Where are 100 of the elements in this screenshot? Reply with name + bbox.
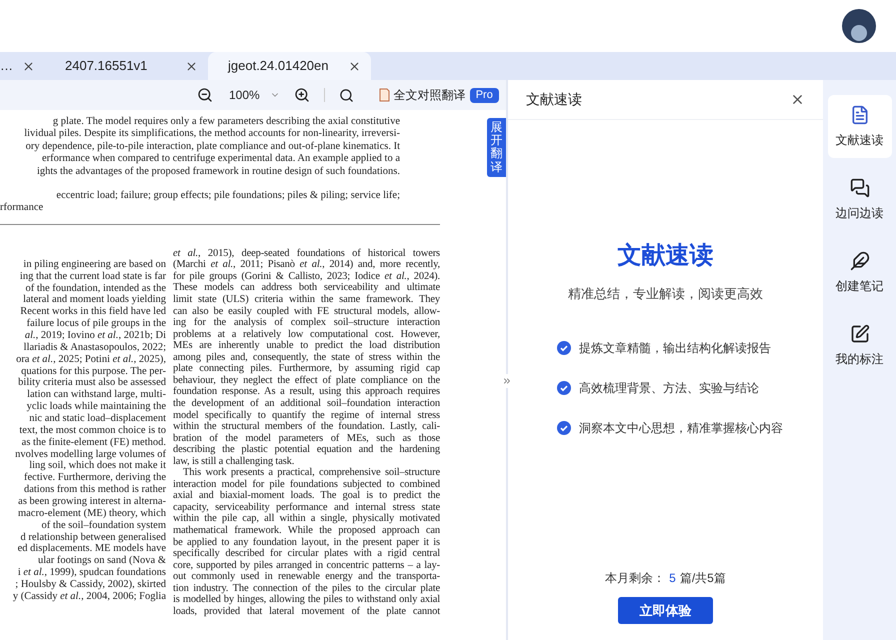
check-icon bbox=[557, 340, 571, 354]
text-line: ling soil, which does not make it bbox=[29, 460, 166, 472]
text-line: specifically described for circular plates with a rigid central bbox=[173, 548, 440, 560]
pro-badge: Pro bbox=[470, 88, 499, 102]
text-line: nic and static load–displacement bbox=[29, 413, 166, 425]
text-line: eccentric load; failure; group effects; pile foundations; piles & piling; service life; bbox=[55, 190, 400, 202]
text-line: of the foundation, intended as the bbox=[25, 282, 166, 294]
text-line: y (Cassidy et al., 2004, 2006; Foglia bbox=[12, 590, 166, 603]
text-line: ora et al., 2025; Potini et al., 2025), bbox=[16, 354, 166, 366]
quota-count: 5 bbox=[669, 570, 676, 587]
text-line: among piles and, consequently, the state of stress within the bbox=[173, 352, 440, 364]
quota-label: 本月剩余： bbox=[605, 570, 666, 587]
sidebar-item[interactable]: 我的标注 bbox=[828, 314, 892, 377]
check-icon bbox=[557, 420, 571, 434]
text-line: rformance bbox=[0, 202, 44, 215]
try-now-button[interactable]: 立即体验 bbox=[618, 597, 713, 624]
text-line: bility criteria must also be assessed bbox=[18, 377, 166, 390]
sidebar-item[interactable]: 边问边读 bbox=[828, 168, 892, 231]
feature-text: 洞察本文中心思想，精准掌握核心内容 bbox=[579, 420, 783, 436]
text-line: fective. Furthermore, deriving the bbox=[24, 472, 166, 484]
text-line: ; Houlsby & Cassidy, 2002), skirted bbox=[15, 579, 166, 591]
text-line: ing for the analysis of complex soil–structure interaction bbox=[173, 317, 440, 329]
tab-label: 2407.16551v1 bbox=[65, 57, 148, 76]
zoom-out-icon[interactable] bbox=[197, 87, 213, 103]
text-line: lation can withstand large, multi- bbox=[27, 389, 166, 402]
tab[interactable]: 2407.16551v1 bbox=[45, 52, 208, 80]
text-line: out commonly used in renewable energy and the transporta- bbox=[173, 571, 440, 583]
text-line: be applied to any foundation layout, in the present paper it is bbox=[173, 536, 440, 548]
tab[interactable]: jgeot.24.01420en bbox=[208, 52, 371, 80]
expand-translation-tab[interactable]: 展开翻译 bbox=[487, 118, 506, 177]
text-line: i et al., 1999), spudcan foundations bbox=[18, 567, 166, 580]
tab-label: … bbox=[0, 57, 13, 76]
text-line: yclic loads while maintaining the bbox=[26, 401, 166, 414]
text-line: the development of an additional soil–foundation interaction bbox=[173, 398, 440, 410]
close-icon[interactable] bbox=[348, 60, 361, 72]
close-icon[interactable] bbox=[22, 60, 35, 72]
tab-label: jgeot.24.01420en bbox=[228, 57, 328, 76]
text-line: erformance when compared to centrifuge experimental data. An example applied to a bbox=[42, 153, 400, 166]
text-line: quations for this purpose. The per- bbox=[21, 366, 166, 378]
text-line: within the structural members of the foundation. Lastly, cali- bbox=[173, 421, 440, 433]
text-line: lateral and moment loads yielding bbox=[23, 294, 166, 306]
text-line: interaction model for pile foundations subjected to combined bbox=[173, 478, 440, 490]
text-line: behaviour, they neglect the effect of plate compliance on the bbox=[173, 374, 440, 386]
text-line: d relationship between generalised bbox=[20, 532, 166, 544]
text-line: ed displacements. ME models have bbox=[18, 543, 166, 556]
check-icon bbox=[557, 380, 571, 394]
text-line: macro-element (ME) theory, which bbox=[18, 508, 166, 520]
tab[interactable]: … bbox=[0, 52, 45, 80]
text-line: ular footings on sand (Nova & bbox=[38, 555, 166, 568]
text-line: law, is still a challenging task. bbox=[173, 456, 296, 468]
chat-bubbles-icon bbox=[850, 178, 870, 198]
text-line: llariadis & Anastasopoulos, 2022; bbox=[24, 342, 166, 354]
quota-total: 篇/共5篇 bbox=[680, 570, 726, 587]
text-line: mathematical framework. While the proposed approach can bbox=[173, 524, 440, 537]
avatar[interactable] bbox=[842, 9, 876, 43]
text-line: ing that the current load state is far bbox=[20, 270, 166, 283]
text-line: lividual piles. Despite its simplifications, the method accounts for non-linearity, irreversi- bbox=[24, 128, 400, 141]
text-line: Recent works in this field have led bbox=[20, 306, 166, 318]
edit-icon bbox=[850, 324, 870, 344]
text-line: al., 2019; Iovino et al., 2021b; Di bbox=[24, 330, 166, 342]
translate-button[interactable]: 全文对照翻译 bbox=[378, 86, 466, 104]
text-line: model specifically to quantify the regime of internal stress bbox=[173, 410, 440, 422]
text-line: ights the advantages of the proposed framework in routine design of such foundations. bbox=[36, 166, 400, 178]
text-line: bration of the model parameters of MEs, such as those bbox=[173, 432, 440, 444]
zoom-in-icon[interactable] bbox=[294, 87, 310, 103]
text-line: for pile groups (Gorini & Callisto, 2023; Iodice et al., 2024). bbox=[173, 270, 440, 282]
text-line: capacity, serviceability performance and internal stress state bbox=[173, 502, 440, 514]
feature-text: 高效梳理背景、方法、实验与结论 bbox=[579, 380, 759, 396]
close-icon[interactable] bbox=[790, 92, 805, 107]
sidebar-item[interactable]: 文献速读 bbox=[828, 95, 892, 158]
document-icon bbox=[850, 104, 870, 124]
text-line: foundation response. As a result, using this approach requires bbox=[173, 386, 440, 398]
feather-icon bbox=[850, 250, 870, 270]
text-line: problems at a relatively low computational cost. However, bbox=[173, 328, 440, 340]
text-line: as the finite-element (FE) method. bbox=[22, 436, 166, 449]
text-line: core, supported by piles arranged in concentric patterns – a lay- bbox=[173, 560, 440, 572]
text-line: plate connecting piles. Furthermore, by assuming rigid cap bbox=[173, 363, 440, 375]
text-line: describing the plastic potential equation and the hardening bbox=[173, 444, 440, 456]
text-line: text, the most common choice is to bbox=[19, 424, 166, 437]
text-line: loads, provided that lateral movement of the plate cannot bbox=[173, 606, 440, 618]
text-line: (Marchi et al., 2011; Pisanò et al., 2014) and, more recently, bbox=[173, 259, 440, 271]
text-line: ory dependence, pile-to-pile interaction, plate compliance and out-of-plane kinematics. It bbox=[26, 140, 400, 154]
text-line: is modelled by hinges, allowing the piles to withstand only axial bbox=[173, 594, 440, 606]
zoom-level[interactable]: 100% bbox=[229, 86, 260, 104]
text-line: failure locus of pile groups in the bbox=[26, 318, 166, 330]
panel-title: 文献速读 bbox=[618, 241, 714, 271]
text-line: nvolves modelling large volumes of bbox=[15, 448, 166, 460]
search-icon[interactable] bbox=[338, 88, 354, 102]
text-line: tion industry. The connection of the piles to the circular plate bbox=[173, 582, 440, 594]
text-line: in piling engineering are based on bbox=[23, 258, 166, 271]
text-line: dations from this method is rather bbox=[24, 484, 166, 496]
sidebar-item[interactable]: 创建笔记 bbox=[828, 241, 892, 304]
text-line: MEs are inherently unable to predict the load distribution bbox=[173, 340, 440, 352]
text-line: These models can address both serviceability and ultimate bbox=[173, 282, 440, 294]
panel-subtitle: 精准总结，专业解读，阅读更高效 bbox=[568, 285, 763, 303]
text-line: g plate. The model requires only a few parameters describing the axial constitutive bbox=[52, 116, 400, 128]
text-line: limit state (ULS) criteria within the same framework. They bbox=[173, 294, 440, 306]
text-line: This work presents a practical, comprehensive soil–structure bbox=[182, 467, 440, 479]
panel-header: 文献速读 bbox=[526, 90, 582, 109]
close-icon[interactable] bbox=[185, 60, 198, 72]
